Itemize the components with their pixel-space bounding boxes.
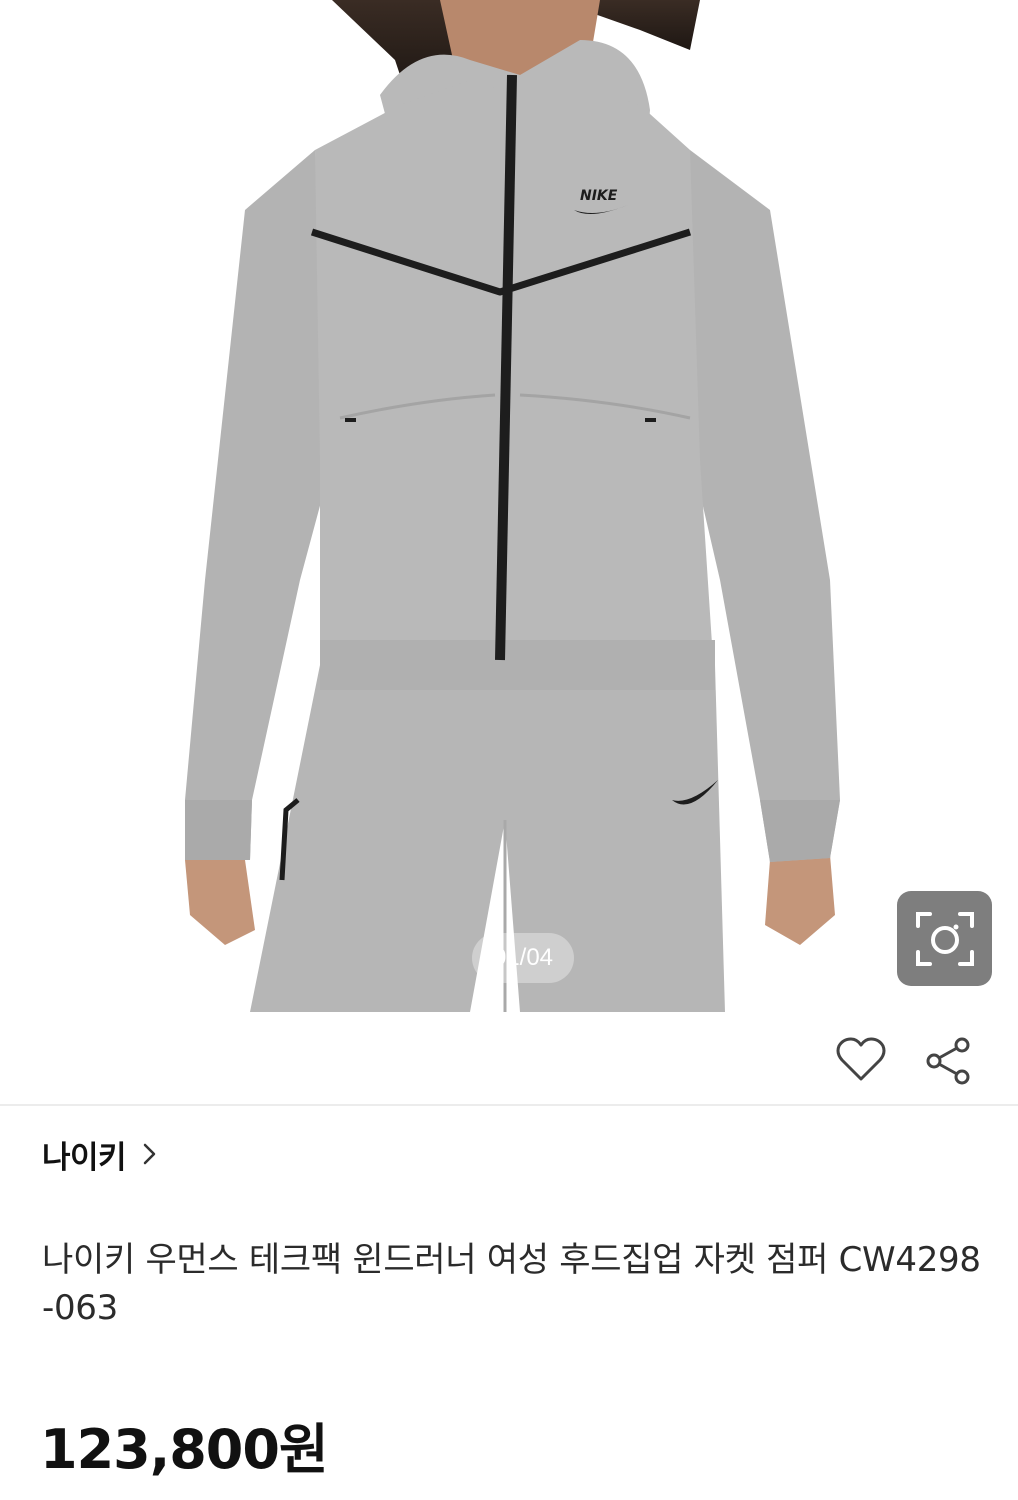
share-button[interactable] — [920, 1032, 978, 1090]
share-icon — [926, 1037, 970, 1085]
product-price: 123,800원 — [40, 1418, 329, 1481]
product-photo: NIKE — [0, 0, 1018, 1012]
image-search-icon — [915, 911, 974, 966]
product-title: 나이키 우먼스 테크팩 윈드러너 여성 후드집업 자켓 점퍼 CW4298-06… — [42, 1240, 981, 1328]
product-image-gallery[interactable]: NIKE 01/04 — [0, 0, 1018, 1012]
chevron-right-icon — [143, 1143, 156, 1165]
brand-name: 나이키 — [42, 1139, 127, 1176]
section-divider — [0, 1104, 1018, 1106]
product-action-row — [0, 1012, 1018, 1104]
chest-logo-text: NIKE — [580, 188, 618, 204]
brand-link[interactable]: 나이키 — [42, 1132, 158, 1176]
gallery-page-counter: 01/04 — [472, 933, 574, 983]
like-button[interactable] — [830, 1032, 892, 1088]
heart-outline-icon — [836, 1037, 886, 1081]
image-search-button[interactable] — [897, 891, 992, 986]
